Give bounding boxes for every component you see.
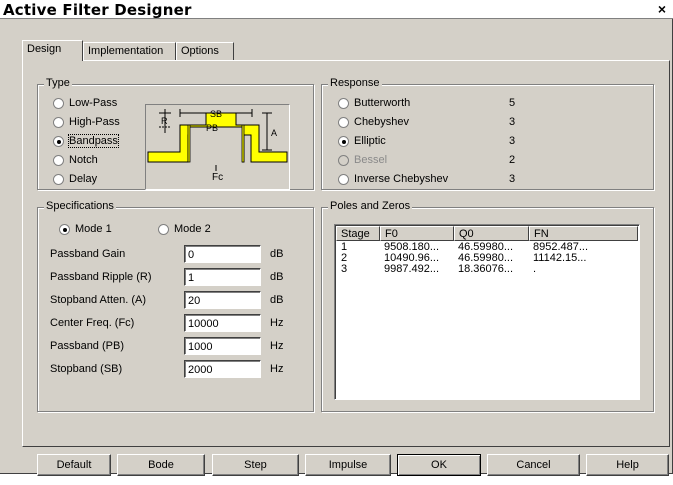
stopband-atten-input[interactable] <box>184 291 261 309</box>
right-wall <box>241 124 245 163</box>
bessel-order: 2 <box>509 154 516 166</box>
sb-label: SB <box>210 109 222 119</box>
ok-button[interactable]: OK <box>397 454 481 476</box>
filter-designer-window: Active Filter Designer × Design Implemen… <box>0 0 673 476</box>
tab-design-label: Design <box>27 43 62 55</box>
radio-chebyshev-dot <box>338 117 349 128</box>
passband-input[interactable] <box>184 337 261 355</box>
radio-inverse-chebyshev-dot <box>338 174 349 185</box>
row-2-fn: 11142.15... <box>533 252 587 264</box>
tab-implementation[interactable]: Implementation <box>83 42 176 60</box>
window-title: Active Filter Designer <box>3 1 192 19</box>
passband-gain-unit: dB <box>270 248 284 260</box>
help-button[interactable]: Help <box>586 454 669 476</box>
cancel-button[interactable]: Cancel <box>487 454 580 476</box>
center-freq-label: Center Freq. (Fc) <box>50 317 135 329</box>
step-button[interactable]: Step <box>212 454 299 476</box>
radio-bessel-dot <box>338 155 349 166</box>
a-label: A <box>271 128 277 138</box>
radio-butterworth-dot <box>338 98 349 109</box>
stopband-unit: Hz <box>270 363 284 375</box>
stopband-label: Stopband (SB) <box>50 363 123 375</box>
passband-ripple-unit: dB <box>270 271 284 283</box>
tab-options[interactable]: Options <box>176 42 234 60</box>
list-header: Stage F0 Q0 FN <box>336 226 638 241</box>
passband-unit: Hz <box>270 340 284 352</box>
radio-elliptic-label: Elliptic <box>354 135 386 147</box>
row-3-stage: 3 <box>341 263 348 275</box>
fc-label: Fc <box>212 172 223 183</box>
row-3-q0: 18.36076... <box>458 263 514 275</box>
radio-notch-dot <box>53 155 64 166</box>
chebyshev-order: 3 <box>509 116 516 128</box>
radio-notch-label: Notch <box>69 154 98 166</box>
tab-design[interactable]: Design <box>22 40 83 61</box>
radio-high-pass-dot <box>53 117 64 128</box>
column-header-q0[interactable]: Q0 <box>454 226 529 241</box>
radio-butterworth-label: Butterworth <box>354 97 411 109</box>
column-f0-label: F0 <box>385 228 398 240</box>
column-fn-label: FN <box>534 228 549 240</box>
radio-bandpass-label: Bandpass <box>68 134 119 148</box>
passband-gain-input[interactable] <box>184 245 261 263</box>
passband-ripple-input[interactable] <box>184 268 261 286</box>
radio-mode-1-dot <box>59 224 70 235</box>
close-icon[interactable]: × <box>655 2 669 16</box>
radio-elliptic-dot <box>338 136 349 147</box>
response-group-label: Response <box>328 77 382 89</box>
specifications-group: Specifications Mode 1 Mode 2 Passband Ga… <box>37 200 314 412</box>
radio-mode-2-dot <box>158 224 169 235</box>
center-freq-input[interactable] <box>184 314 261 332</box>
tab-options-label: Options <box>181 45 219 57</box>
impulse-button[interactable]: Impulse <box>305 454 391 476</box>
left-wall <box>187 124 191 163</box>
type-group: Type Low-Pass High-Pass Bandpass Notch D… <box>37 77 314 190</box>
title-bar[interactable]: Active Filter Designer × <box>0 0 673 19</box>
response-group: Response Butterworth 5 Chebyshev 3 Ellip… <box>321 77 654 190</box>
stopband-input[interactable] <box>184 360 261 378</box>
radio-mode-1-label: Mode 1 <box>75 223 112 235</box>
radio-bandpass-dot <box>53 136 64 147</box>
radio-low-pass-label: Low-Pass <box>69 97 118 109</box>
radio-low-pass-dot <box>53 98 64 109</box>
radio-mode-2-label: Mode 2 <box>174 223 211 235</box>
radio-bessel-label: Bessel <box>354 154 388 166</box>
stopband-atten-unit: dB <box>270 294 284 306</box>
butterworth-order: 5 <box>509 97 516 109</box>
center-freq-unit: Hz <box>270 317 284 329</box>
column-q0-label: Q0 <box>459 228 474 240</box>
inverse-chebyshev-order: 3 <box>509 173 516 185</box>
poles-zeros-group: Poles and Zeros Stage F0 Q0 FN 1 9508.18… <box>321 200 654 412</box>
poles-zeros-group-label: Poles and Zeros <box>328 200 413 212</box>
column-header-stage[interactable]: Stage <box>336 226 380 241</box>
row-3-f0: 9987.492... <box>384 263 440 275</box>
column-header-fn[interactable]: FN <box>529 226 638 241</box>
elliptic-order: 3 <box>509 135 516 147</box>
column-header-f0[interactable]: F0 <box>380 226 454 241</box>
r-label: R <box>161 116 168 126</box>
passband-gain-label: Passband Gain <box>50 248 126 260</box>
stopband-atten-label: Stopband Atten. (A) <box>50 294 147 306</box>
column-stage-label: Stage <box>341 228 370 240</box>
row-3-fn: . <box>533 263 537 275</box>
radio-chebyshev-label: Chebyshev <box>354 116 410 128</box>
passband-label: Passband (PB) <box>50 340 124 352</box>
radio-delay-label: Delay <box>69 173 98 185</box>
bandpass-response-diagram: SB PB R A Fc <box>145 104 290 190</box>
specifications-group-label: Specifications <box>44 200 116 212</box>
pb-label: PB <box>206 123 218 133</box>
radio-high-pass-label: High-Pass <box>69 116 120 128</box>
poles-zeros-list[interactable]: Stage F0 Q0 FN 1 9508.180... 46.59980...… <box>334 224 640 400</box>
bandpass-diagram-svg: SB PB R A Fc <box>147 109 288 183</box>
bode-button[interactable]: Bode <box>117 454 205 476</box>
passband-ripple-label: Passband Ripple (R) <box>50 271 152 283</box>
tab-implementation-label: Implementation <box>88 45 164 57</box>
radio-delay-dot <box>53 174 64 185</box>
type-group-label: Type <box>44 77 72 89</box>
default-button[interactable]: Default <box>37 454 111 476</box>
radio-inverse-chebyshev-label: Inverse Chebyshev <box>354 173 449 185</box>
